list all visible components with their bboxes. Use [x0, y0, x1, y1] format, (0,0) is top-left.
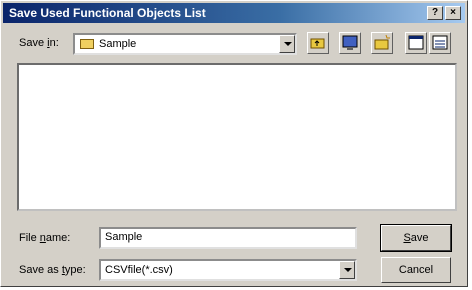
- create-new-folder-button[interactable]: [371, 32, 393, 54]
- file-name-label: File name:: [19, 232, 71, 244]
- window-title: Save Used Functional Objects List: [9, 6, 206, 20]
- chevron-down-icon[interactable]: [339, 261, 355, 279]
- save-as-type-dropdown[interactable]: CSVfile(*.csv): [99, 259, 357, 281]
- save-in-value: Sample: [99, 38, 137, 50]
- close-button[interactable]: ×: [445, 6, 461, 20]
- up-one-level-icon: [310, 38, 325, 49]
- save-as-type-label: Save as type:: [19, 264, 86, 276]
- save-as-type-value: CSVfile(*.csv): [105, 264, 173, 276]
- folder-icon: [80, 39, 94, 49]
- details-view-icon: [432, 35, 448, 50]
- save-in-dropdown[interactable]: Sample: [73, 33, 297, 55]
- file-name-input[interactable]: Sample: [99, 227, 357, 249]
- save-button[interactable]: Save: [380, 224, 452, 252]
- create-new-folder-icon: [374, 34, 390, 50]
- save-dialog: Save Used Functional Objects List ? × Sa…: [0, 0, 468, 287]
- save-in-label: Save in:: [19, 37, 59, 49]
- desktop-button[interactable]: [339, 32, 361, 54]
- title-bar[interactable]: Save Used Functional Objects List ? ×: [3, 3, 465, 23]
- desktop-icon: [342, 35, 358, 50]
- up-one-level-button[interactable]: [307, 32, 329, 54]
- chevron-down-icon[interactable]: [279, 35, 295, 53]
- list-view-button[interactable]: [405, 32, 427, 54]
- list-view-icon: [408, 35, 424, 50]
- cancel-button[interactable]: Cancel: [381, 257, 451, 283]
- details-view-button[interactable]: [429, 32, 451, 54]
- file-list[interactable]: [17, 63, 457, 211]
- help-button[interactable]: ?: [427, 6, 443, 20]
